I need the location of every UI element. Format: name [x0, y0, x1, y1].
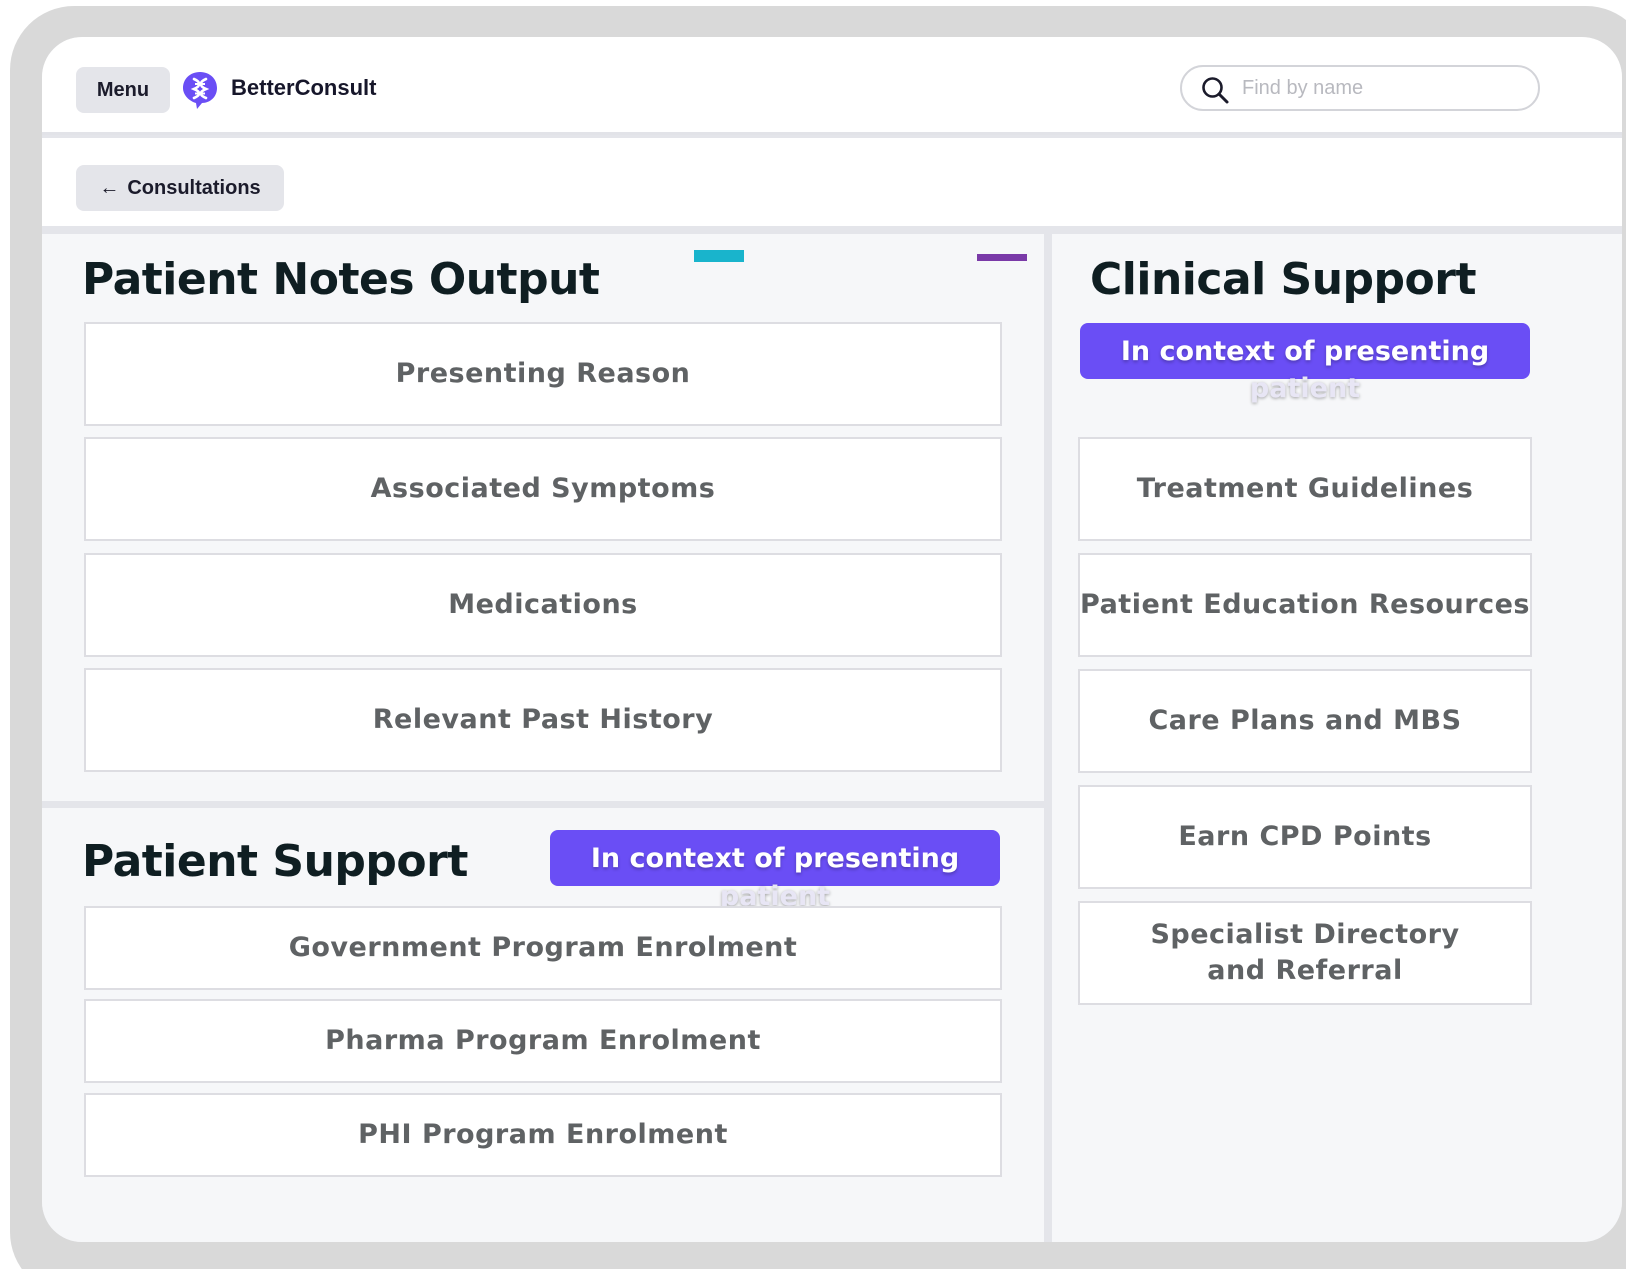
top-bar: Menu BetterConsult [42, 37, 1622, 135]
search-input[interactable] [1242, 73, 1522, 103]
teal-indicator-bar [694, 250, 744, 262]
back-button-label: Consultations [127, 176, 261, 199]
notes-item-relevant-past-history[interactable]: Relevant Past History [84, 668, 1002, 772]
purple-indicator-bar [977, 254, 1027, 261]
clinical-item-earn-cpd-points[interactable]: Earn CPD Points [1078, 785, 1532, 889]
brand-logo-icon [183, 72, 217, 109]
clinical-support-context-badge: In context of presenting [1080, 323, 1530, 379]
patient-support-title: Patient Support [82, 836, 468, 887]
support-item-government-program[interactable]: Government Program Enrolment [84, 906, 1002, 990]
arrow-left-icon: ← [99, 176, 120, 199]
clinical-item-patient-education[interactable]: Patient Education Resources [1078, 553, 1532, 657]
menu-button[interactable]: Menu [76, 67, 170, 113]
support-item-phi-program[interactable]: PHI Program Enrolment [84, 1093, 1002, 1177]
clinical-item-care-plans-mbs[interactable]: Care Plans and MBS [1078, 669, 1532, 773]
notes-item-associated-symptoms[interactable]: Associated Symptoms [84, 437, 1002, 541]
clinical-support-badge-overflow: patient [1249, 373, 1361, 404]
brand-name: BetterConsult [231, 75, 377, 100]
patient-support-context-badge: In context of presenting [550, 830, 1000, 886]
search-box[interactable] [1180, 65, 1540, 111]
support-item-pharma-program[interactable]: Pharma Program Enrolment [84, 999, 1002, 1083]
clinical-item-treatment-guidelines[interactable]: Treatment Guidelines [1078, 437, 1532, 541]
search-icon [1202, 77, 1229, 104]
sub-bar: ← Consultations [42, 138, 1622, 226]
patient-notes-title: Patient Notes Output [82, 254, 600, 305]
notes-item-presenting-reason[interactable]: Presenting Reason [84, 322, 1002, 426]
clinical-support-panel: Clinical Support In context of presentin… [1052, 234, 1622, 1242]
back-to-consultations-button[interactable]: ← Consultations [76, 165, 284, 211]
clinical-support-title: Clinical Support [1090, 254, 1477, 305]
clinical-item-specialist-directory[interactable]: Specialist Directory and Referral [1078, 901, 1532, 1005]
app-screen: Menu BetterConsult ← Consultations Patie… [42, 37, 1622, 1242]
patient-notes-panel: Patient Notes Output Presenting Reason A… [42, 234, 1044, 801]
notes-item-medications[interactable]: Medications [84, 553, 1002, 657]
patient-support-panel: Patient Support In context of presenting… [42, 808, 1044, 1242]
